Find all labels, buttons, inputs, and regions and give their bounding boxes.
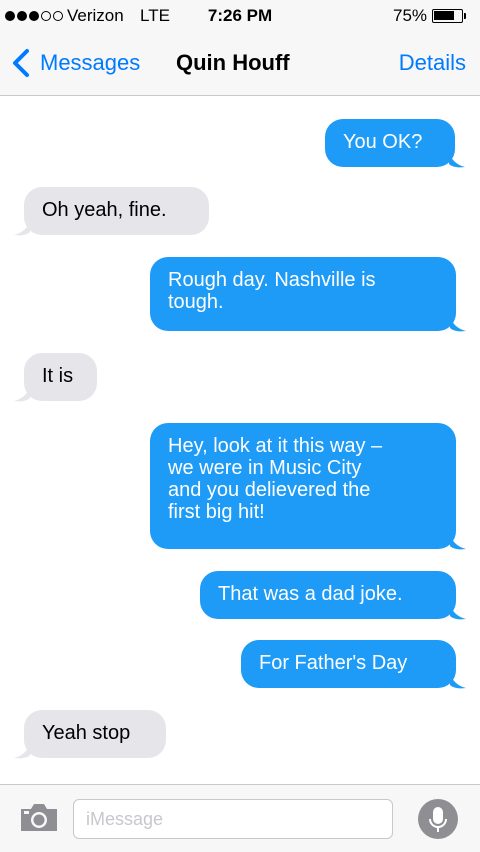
imessage-input[interactable] [73,799,393,839]
message-text-line: Oh yeah, fine. [42,199,167,221]
bubble-tail [14,743,30,759]
battery-fill [434,11,454,20]
bubble-tail [14,386,30,402]
outgoing-message-bubble[interactable]: You OK? [325,119,455,167]
outgoing-message-bubble[interactable]: Hey, look at it this way – we were in Mus… [150,423,456,549]
message-text-line: For Father's Day [259,652,408,674]
incoming-message-bubble[interactable]: It is [24,353,97,401]
bubble-tail [449,152,465,168]
message-text-line: Yeah stop [42,722,131,744]
conversation-title: Quin Houff [176,50,290,75]
battery-icon [432,9,463,23]
message-text-line: we were in Music City [168,457,362,479]
bubble-tail [450,604,466,620]
outgoing-message-bubble[interactable]: That was a dad joke. [200,571,456,619]
bubble-tail [450,316,466,332]
back-button-label: Messages [40,50,141,75]
message-text-line: That was a dad joke. [218,583,403,605]
bubble-tail [450,534,466,550]
message-text-line: Rough day. Nashville is [168,269,376,291]
navigation-bar: Messages Quin Houff Details [0,34,480,96]
incoming-message-bubble[interactable]: Oh yeah, fine. [24,187,209,235]
message-text-line: You OK? [343,131,423,153]
message-text-line: and you delievered the [168,479,371,501]
details-button[interactable]: Details [399,50,466,76]
battery-tip [464,13,466,19]
bubble-tail [14,220,30,236]
microphone-icon[interactable] [418,799,458,839]
message-text-line: It is [42,365,74,387]
bubble-tail [450,673,466,689]
message-input-bar [0,784,480,852]
back-button[interactable]: Messages [10,48,140,78]
message-thread: You OK? Oh yeah, fine. Rough day. Nashvill… [0,97,480,784]
message-text-line: tough. [168,291,224,313]
battery-percentage: 75% [393,6,428,25]
incoming-message-bubble[interactable]: Yeah stop [24,710,166,758]
outgoing-message-bubble[interactable]: For Father's Day [241,640,456,688]
status-bar: Verizon LTE 7:26 PM 75% [0,0,480,34]
outgoing-message-bubble[interactable]: Rough day. Nashville is tough. [150,257,456,331]
message-text-line: Hey, look at it this way – [168,435,383,457]
chevron-left-icon [13,49,29,77]
message-text-line: first big hit! [168,501,265,523]
camera-icon[interactable] [19,801,59,833]
